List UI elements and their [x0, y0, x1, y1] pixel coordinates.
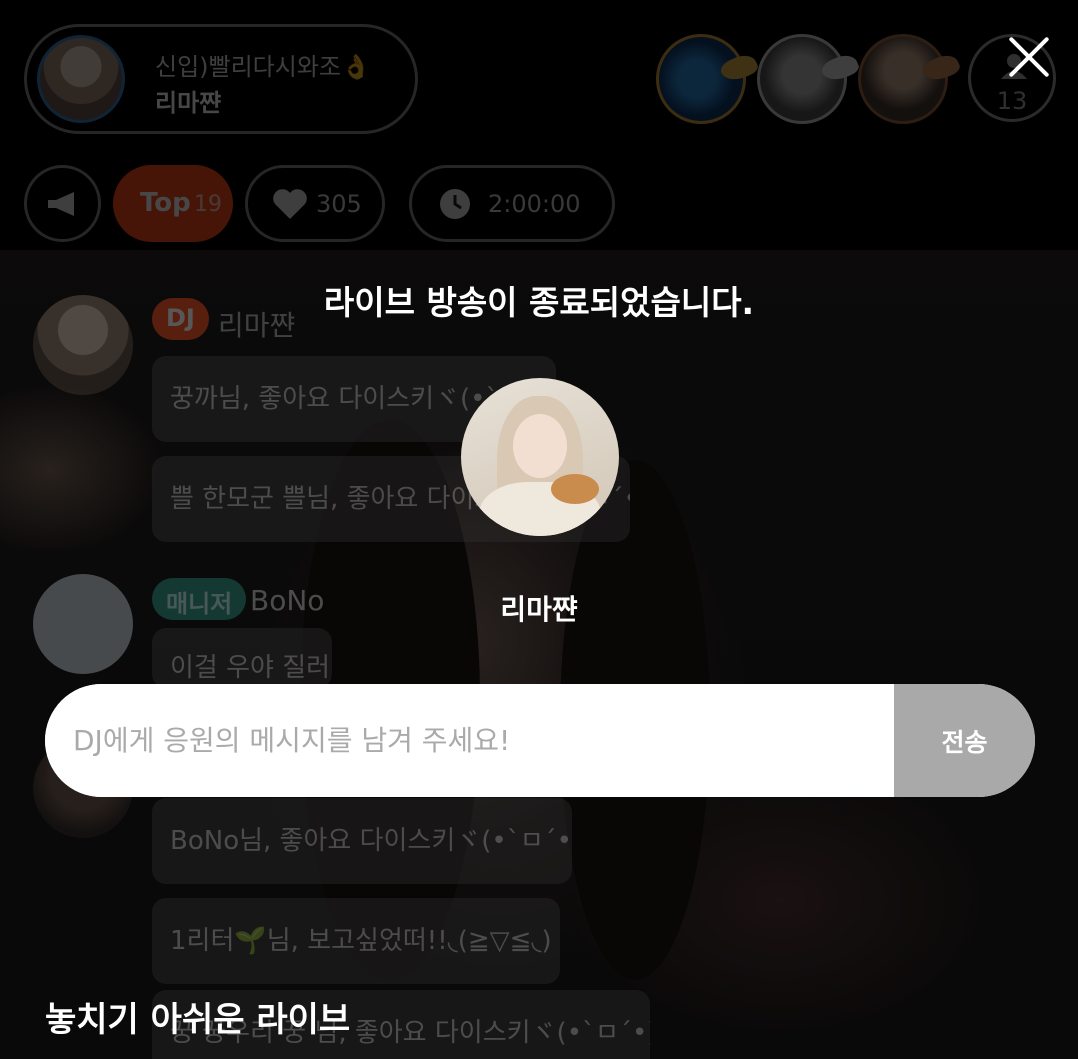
cheer-message-input[interactable] [45, 684, 894, 797]
host-profile-pill[interactable]: 신입)빨리다시와조👌 리마쨘 [24, 24, 418, 134]
broadcast-timer: 2:00:00 [488, 190, 581, 218]
broadcast-ended-title: 라이브 방송이 종료되었습니다. [323, 283, 755, 322]
megaphone-icon [48, 192, 74, 216]
message-box: 전송 [45, 684, 1035, 797]
chat-message: BoNo님, 좋아요 다이스키ヾ(•`ㅁ´•)و [152, 798, 572, 884]
heart-icon [273, 189, 307, 219]
chat-message: 이걸 우야 질러 [152, 628, 332, 688]
chat-message: 1리터🌱님, 보고싶었떠!!◟(≧▽≦◟) [152, 898, 560, 984]
close-button[interactable] [1004, 32, 1054, 82]
avatar-cake [551, 474, 599, 504]
host-name: 리마쨘 [155, 89, 222, 117]
send-button[interactable]: 전송 [894, 684, 1035, 797]
likes-count: 305 [316, 190, 362, 218]
avatar-face [513, 414, 567, 478]
likes-chip[interactable]: 305 [245, 165, 385, 242]
fan-avatar[interactable] [858, 34, 962, 124]
dj-avatar[interactable] [461, 378, 619, 536]
clock-icon [440, 189, 470, 219]
fan-avatar[interactable] [656, 34, 760, 124]
host-subtitle: 신입)빨리다시와조👌 [155, 53, 371, 81]
host-avatar [37, 35, 125, 123]
timer-chip: 2:00:00 [409, 165, 615, 242]
viewer-count: 13 [996, 87, 1028, 115]
top-rank-chip[interactable]: Top 19 [113, 165, 233, 242]
missed-live-section-title: 놓치기 아쉬운 라이브 [45, 1000, 351, 1040]
fan-avatar[interactable] [757, 34, 861, 124]
top-label: Top [140, 188, 191, 218]
top-rank: 19 [194, 192, 222, 217]
dj-name: 리마쨘 [500, 593, 578, 626]
notice-button[interactable] [24, 165, 101, 242]
